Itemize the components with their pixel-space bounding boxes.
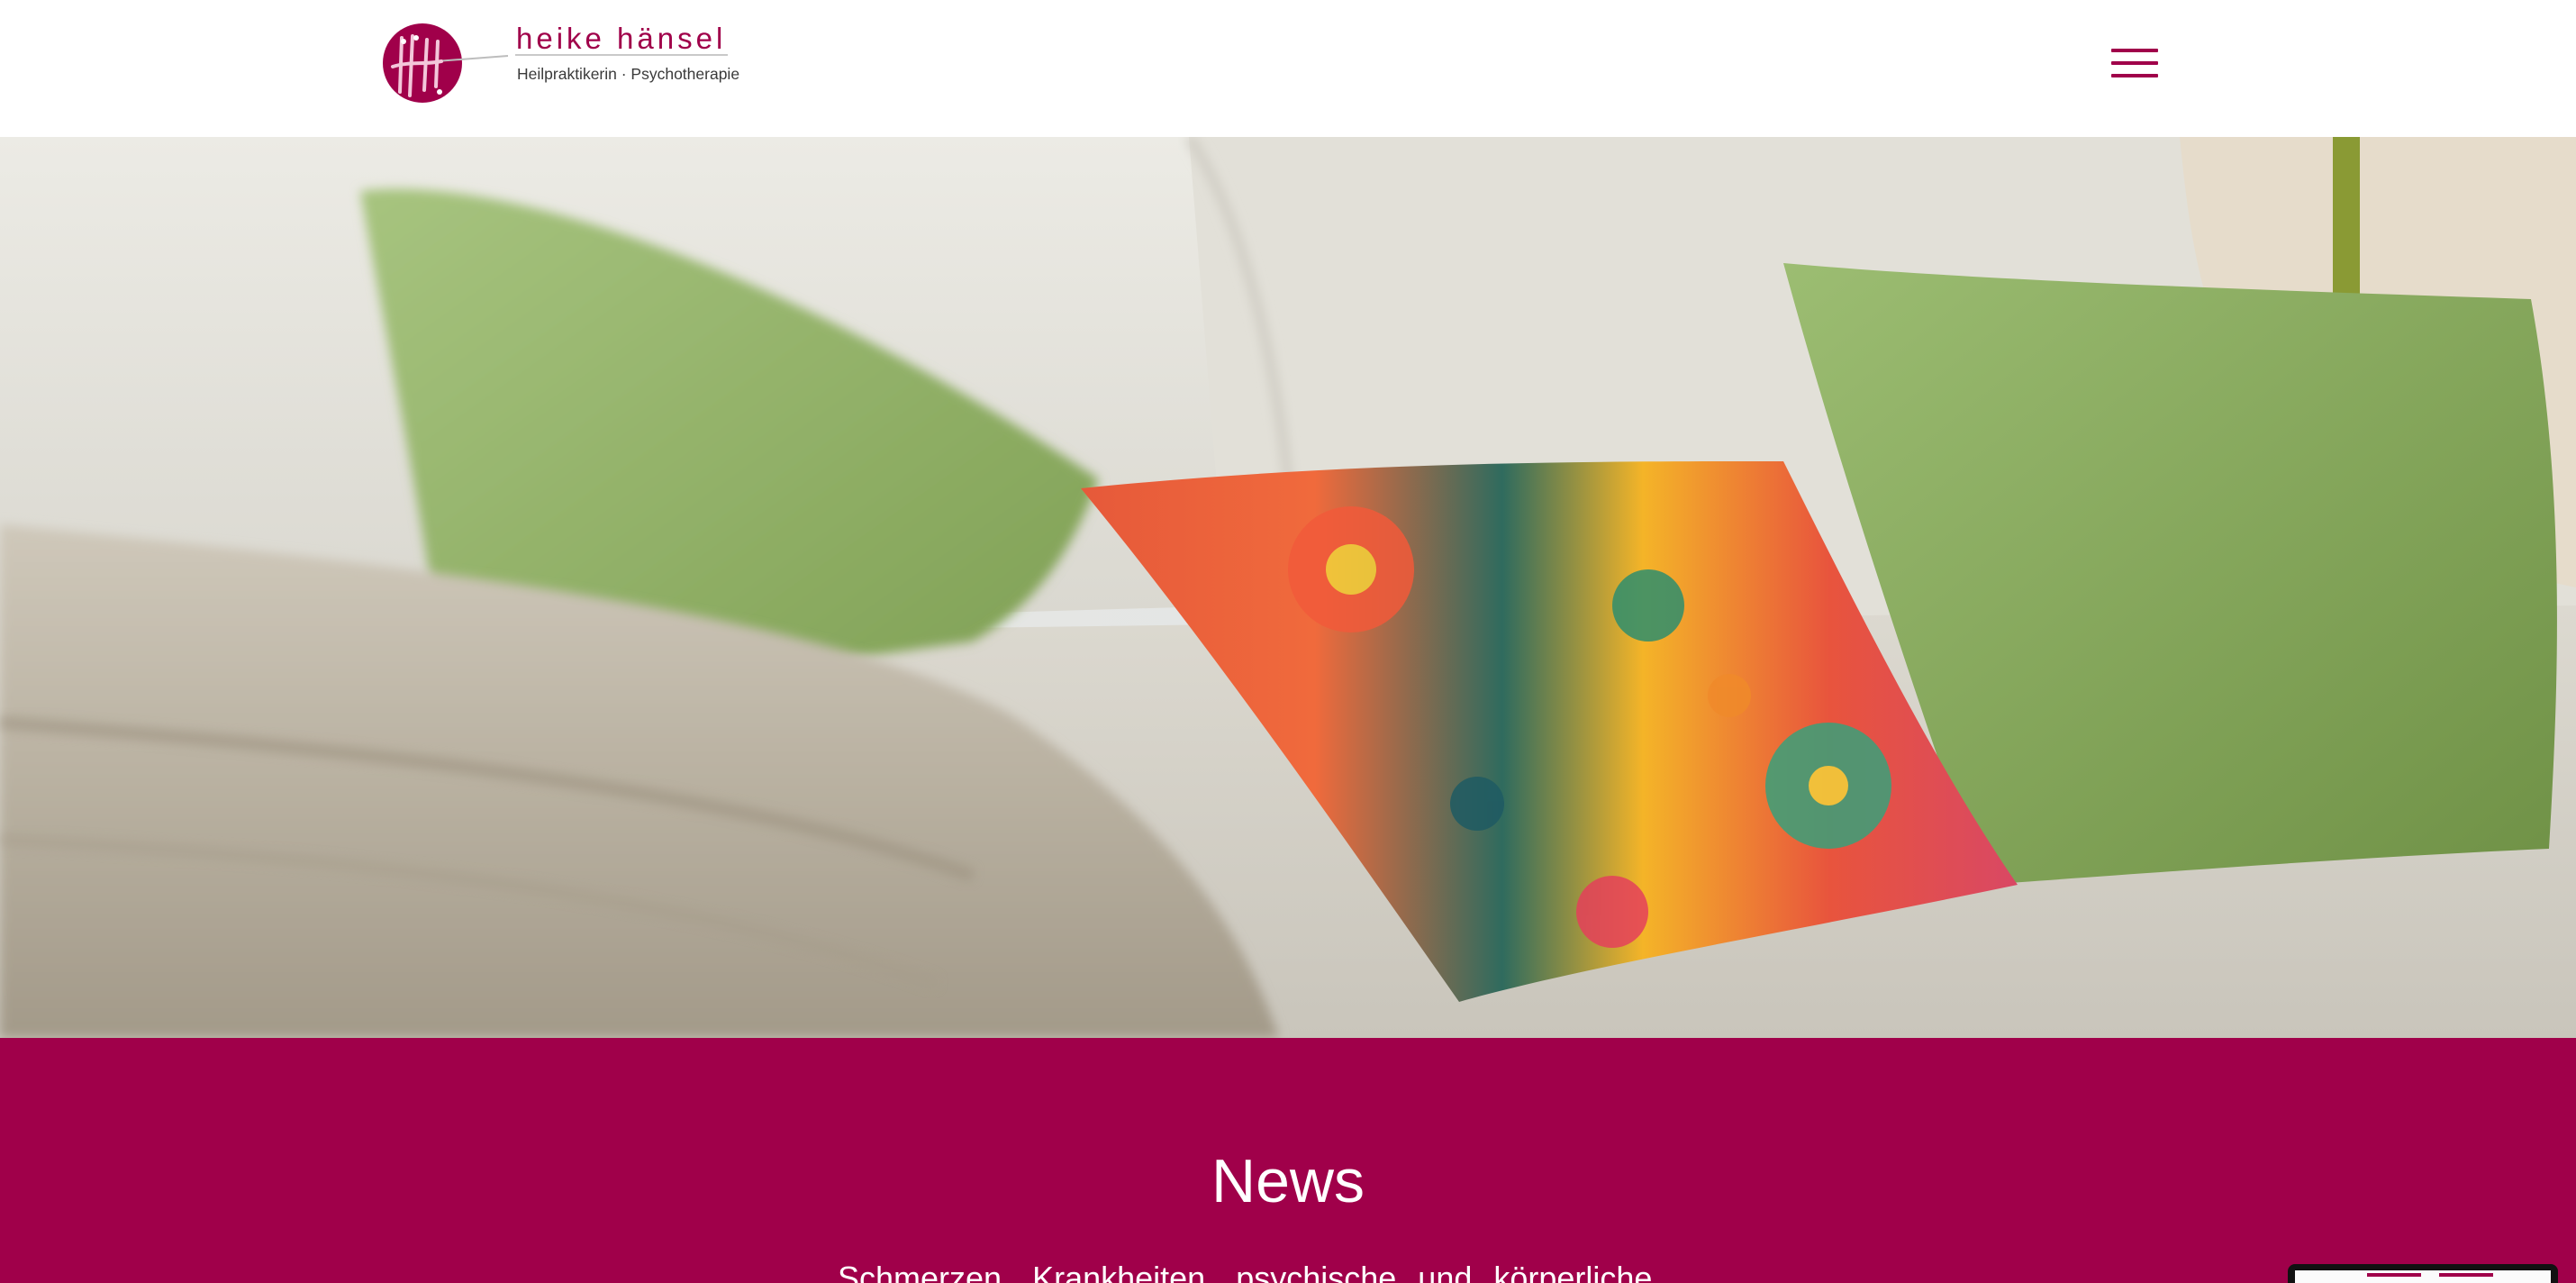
- logo-name: heike hänsel: [516, 22, 727, 55]
- hamburger-menu-icon[interactable]: [2108, 45, 2162, 85]
- menu-bar: [2111, 74, 2158, 77]
- sofa-with-cushions-photo: [0, 137, 2576, 1038]
- news-section: News Schmerzen, Krankheiten, psychische …: [0, 1038, 2576, 1283]
- menu-bar: [2111, 61, 2158, 65]
- widget-preview-screen: [2295, 1270, 2551, 1283]
- logo-monogram-icon: [383, 23, 508, 103]
- logo-tagline: Heilpraktikerin · Psychotherapie: [517, 65, 740, 83]
- site-header: heike hänsel Heilpraktikerin · Psychothe…: [0, 0, 2576, 137]
- menu-bar: [2111, 49, 2158, 52]
- floating-preview-widget[interactable]: [2288, 1264, 2558, 1283]
- news-text: Schmerzen, Krankheiten, psychische und k…: [838, 1260, 1653, 1283]
- logo-link[interactable]: heike hänsel Heilpraktikerin · Psychothe…: [382, 20, 739, 110]
- hero-image: [0, 137, 2576, 1038]
- news-heading: News: [1211, 1147, 1365, 1215]
- logo-divider: [515, 54, 728, 56]
